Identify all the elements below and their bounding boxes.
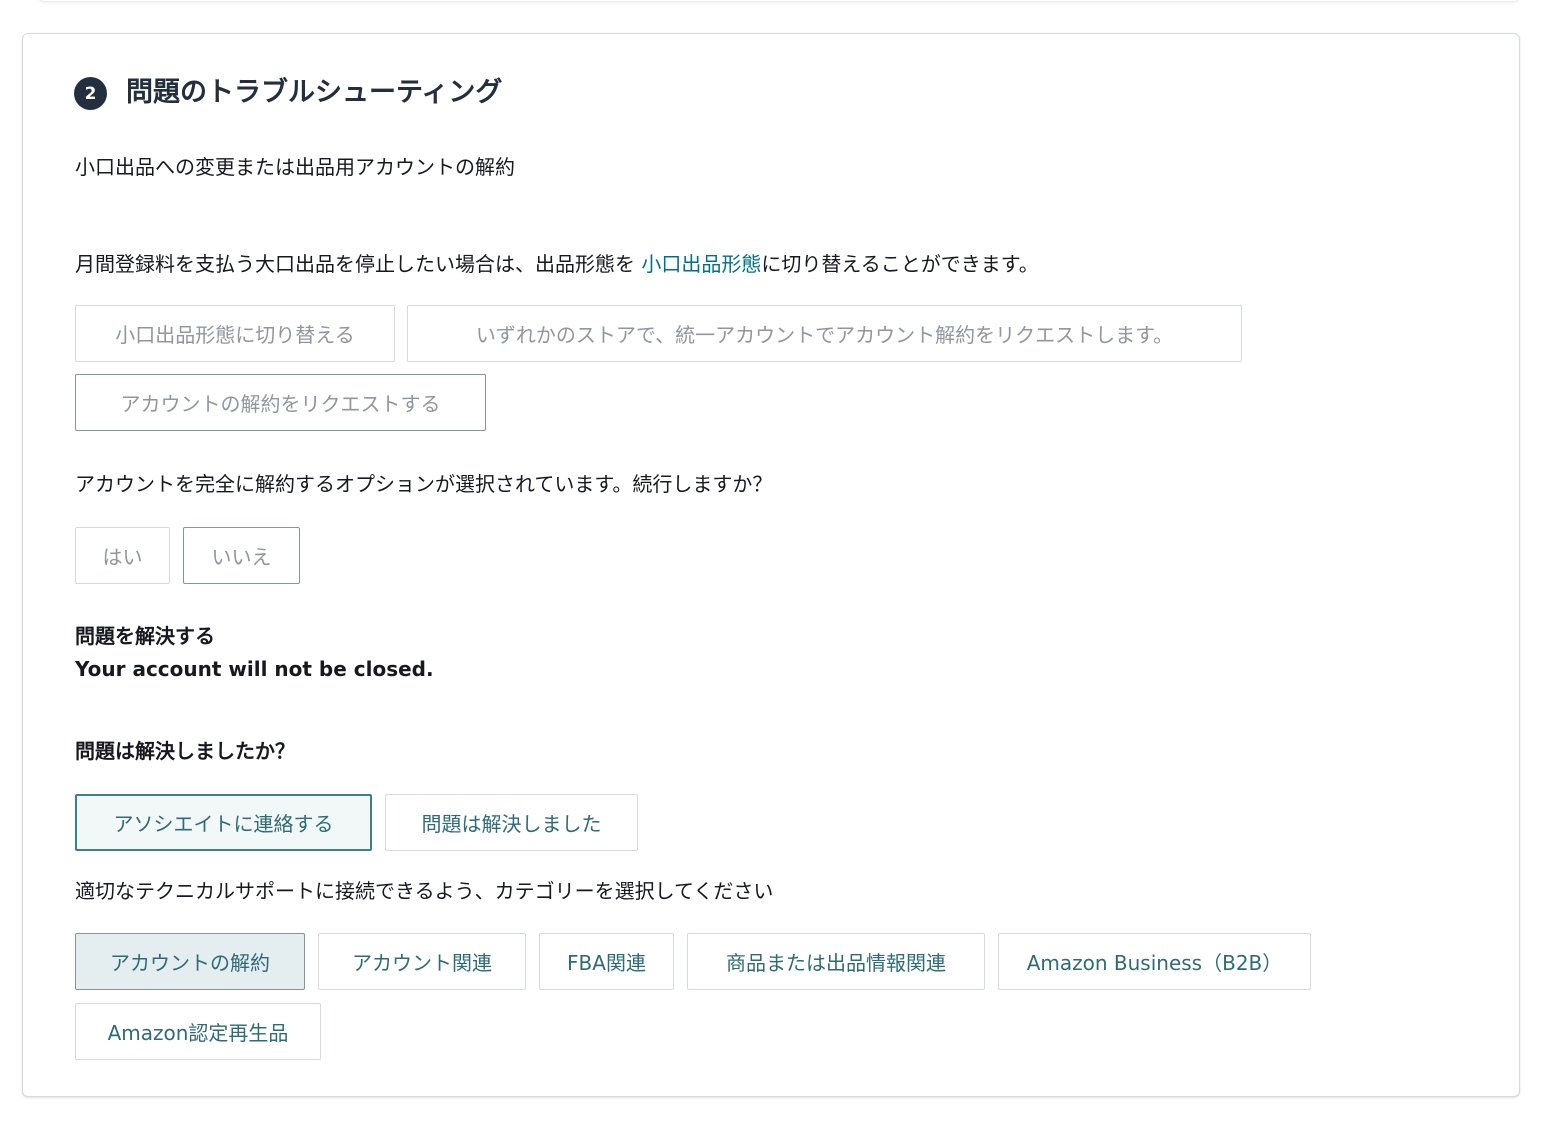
- intro-text-after: に切り替えることができます。: [761, 252, 1039, 276]
- category-account-related[interactable]: アカウント関連: [318, 933, 526, 990]
- resolution-heading: 問題を解決する: [75, 624, 215, 648]
- yes-button[interactable]: はい: [75, 527, 170, 584]
- unified-account-close-button[interactable]: いずれかのストアで、統一アカウントでアカウント解約をリクエストします。: [407, 305, 1242, 362]
- step-number-badge: 2: [74, 77, 107, 110]
- contact-associate-button[interactable]: アソシエイトに連絡する: [75, 794, 372, 851]
- category-prompt: 適切なテクニカルサポートに接続できるよう、カテゴリーを選択してください: [75, 879, 774, 903]
- category-account-closure[interactable]: アカウントの解約: [75, 933, 305, 990]
- confirm-question: アカウントを完全に解約するオプションが選択されています。続行しますか？: [75, 472, 773, 496]
- section-subtitle: 小口出品への変更または出品用アカウントの解約: [75, 155, 515, 179]
- category-fba[interactable]: FBA関連: [539, 933, 674, 990]
- request-account-close-button[interactable]: アカウントの解約をリクエストする: [75, 374, 486, 431]
- intro-paragraph: 月間登録料を支払う大口出品を停止したい場合は、出品形態を 小口出品形態に切り替え…: [75, 250, 1039, 278]
- no-button[interactable]: いいえ: [183, 527, 300, 584]
- problem-resolved-button[interactable]: 問題は解決しました: [385, 794, 638, 851]
- category-product-listing[interactable]: 商品または出品情報関連: [687, 933, 985, 990]
- previous-card-edge: [38, 0, 1520, 2]
- category-renewed[interactable]: Amazon認定再生品: [75, 1003, 321, 1060]
- category-amazon-business[interactable]: Amazon Business（B2B）: [998, 933, 1311, 990]
- individual-plan-link[interactable]: 小口出品形態: [641, 252, 761, 276]
- switch-to-individual-button[interactable]: 小口出品形態に切り替える: [75, 305, 395, 362]
- intro-text-before: 月間登録料を支払う大口出品を停止したい場合は、出品形態を: [75, 252, 642, 276]
- section-title: 問題のトラブルシューティング: [126, 77, 503, 108]
- resolution-message: Your account will not be closed.: [75, 657, 434, 681]
- resolved-question: 問題は解決しましたか？: [75, 739, 295, 763]
